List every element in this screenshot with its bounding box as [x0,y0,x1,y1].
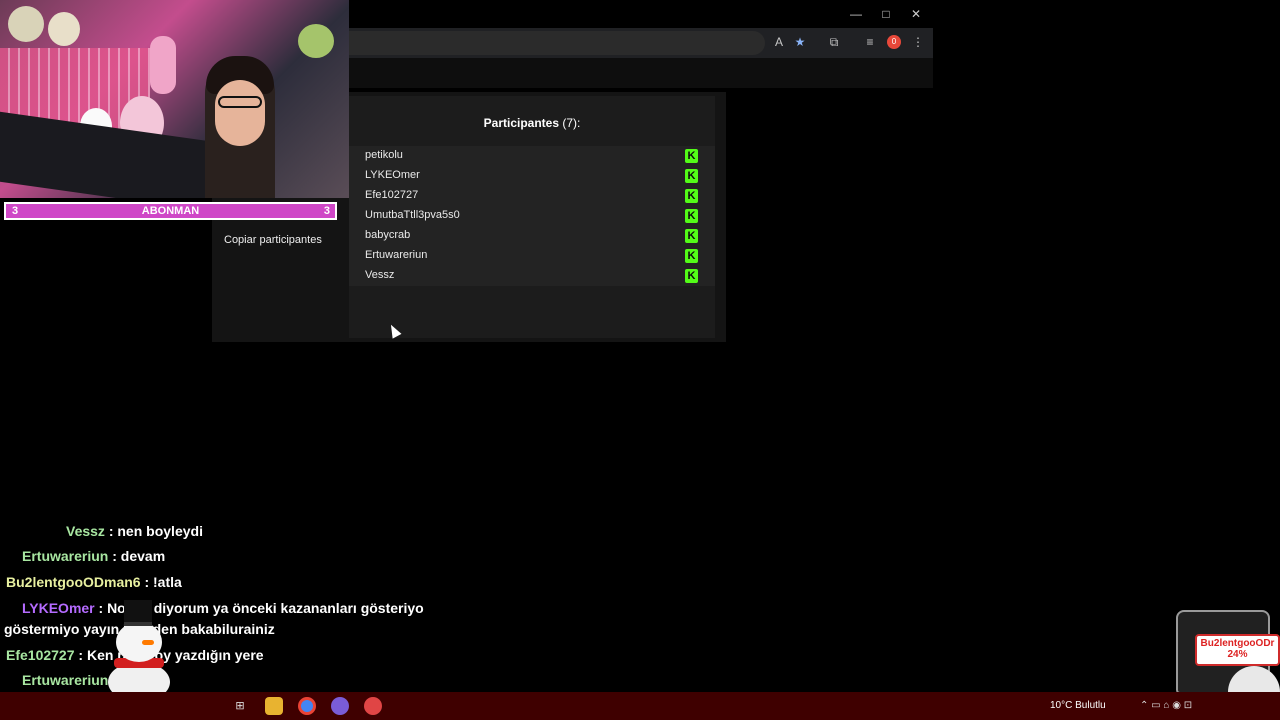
file-explorer-icon[interactable] [265,697,283,715]
participant-name: Vessz [365,269,395,281]
chat-username: Efe102727 [6,647,75,663]
chrome-icon[interactable] [298,697,316,715]
kebab-menu-icon[interactable]: ⋮ [910,34,926,50]
app-icon[interactable] [331,697,349,715]
goal-label: Bu2lentgooODr 24% [1195,634,1280,666]
participant-name: Efe102727 [365,189,419,201]
webcam-overlay [0,0,349,198]
glasses [218,96,262,108]
goal-name: Bu2lentgooODr [1200,638,1275,649]
task-view-icon[interactable]: ⊞ [231,697,249,715]
chat-username: Ertuwareriun [22,672,109,688]
chat-text: : !atla [144,574,182,590]
chat-message: Bu2lentgooODman6 : !atla [6,574,182,590]
chat-message: Vessz : nen boyleydi [66,523,203,539]
participant-name: LYKEOmer [365,169,420,181]
plush-toy [8,6,44,42]
system-tray[interactable]: ⌃ ▭ ⌂ ◉ ⊡ [1140,700,1192,711]
participants-count: (7): [562,116,581,130]
subscriber-goal-bar: ABONMAN 3 3 [4,202,337,220]
participant-name: petikolu [365,149,403,161]
kick-icon[interactable]: K [685,149,698,163]
kick-icon[interactable]: K [685,249,698,263]
participant-row: UmutbaTtll3pva5s0 K [349,206,715,226]
sub-goal-target: 3 [323,205,330,217]
puzzle-icon[interactable]: ⧉ [826,34,842,50]
chat-text: : nen boyleydi [108,523,203,539]
chat-message: Ertuwareriun : devam [22,548,165,564]
page-header [349,58,933,88]
snowman-nose [142,640,154,645]
close-button[interactable]: ✕ [901,4,931,24]
sub-goal-label: ABONMAN [141,205,200,217]
chat-text: : devam [112,548,166,564]
plush-toy [298,24,334,58]
snowman-hat [124,600,152,626]
copy-participants-button[interactable]: Copiar participantes [224,234,322,246]
participant-row: petikolu K [349,146,715,166]
kick-icon[interactable]: K [685,189,698,203]
doll [150,36,176,94]
participants-list: petikolu K LYKEOmer K Efe102727 K UmutbaTtll3p… [349,146,715,286]
kick-icon[interactable]: K [685,269,698,283]
plush-toy [48,12,80,46]
participant-row: LYKEOmer K [349,166,715,186]
star-icon[interactable]: ★ [792,34,808,50]
chat-message: LYKEOmer : No lde diyorum ya önceki kaza… [22,600,424,616]
chat-username: Ertuwareriun [22,548,109,564]
kick-icon[interactable]: K [685,229,698,243]
participant-row: babycrab K [349,226,715,246]
participants-title-label: Participantes [483,116,560,130]
kick-icon[interactable]: K [685,169,698,183]
minimize-button[interactable]: — [841,4,871,24]
profile-avatar[interactable]: 0 [887,35,901,49]
maximize-button[interactable]: □ [871,4,901,24]
snowman-head [116,622,162,662]
chat-username: LYKEOmer [22,600,95,616]
streamer-face [215,80,265,146]
weather-widget[interactable]: 10°C Bulutlu [1050,700,1106,711]
participant-row: Vessz K [349,266,715,286]
snowman-sticker [100,600,180,702]
media-queue-icon[interactable]: ≡ [862,34,878,50]
kick-icon[interactable]: K [685,209,698,223]
address-bar[interactable] [349,31,765,55]
participant-name: Ertuwareriun [365,249,428,261]
participant-name: UmutbaTtll3pva5s0 [365,209,460,221]
obs-icon[interactable] [364,697,382,715]
participant-row: Ertuwareriun K [349,246,715,266]
participants-title: Participantes (7): [349,116,715,130]
chat-username: Bu2lentgooODman6 [6,574,141,590]
participant-name: babycrab [365,229,411,241]
participant-row: Efe102727 K [349,186,715,206]
goal-percent: 24% [1227,649,1248,660]
translate-icon[interactable]: A [771,34,787,50]
sub-goal-current: 3 [12,205,19,217]
participants-panel: Participantes (7): petikolu K LYKEOmer K Efe… [349,96,715,338]
chat-username: Vessz [66,523,105,539]
title-bar: — □ ✕ [349,0,933,28]
